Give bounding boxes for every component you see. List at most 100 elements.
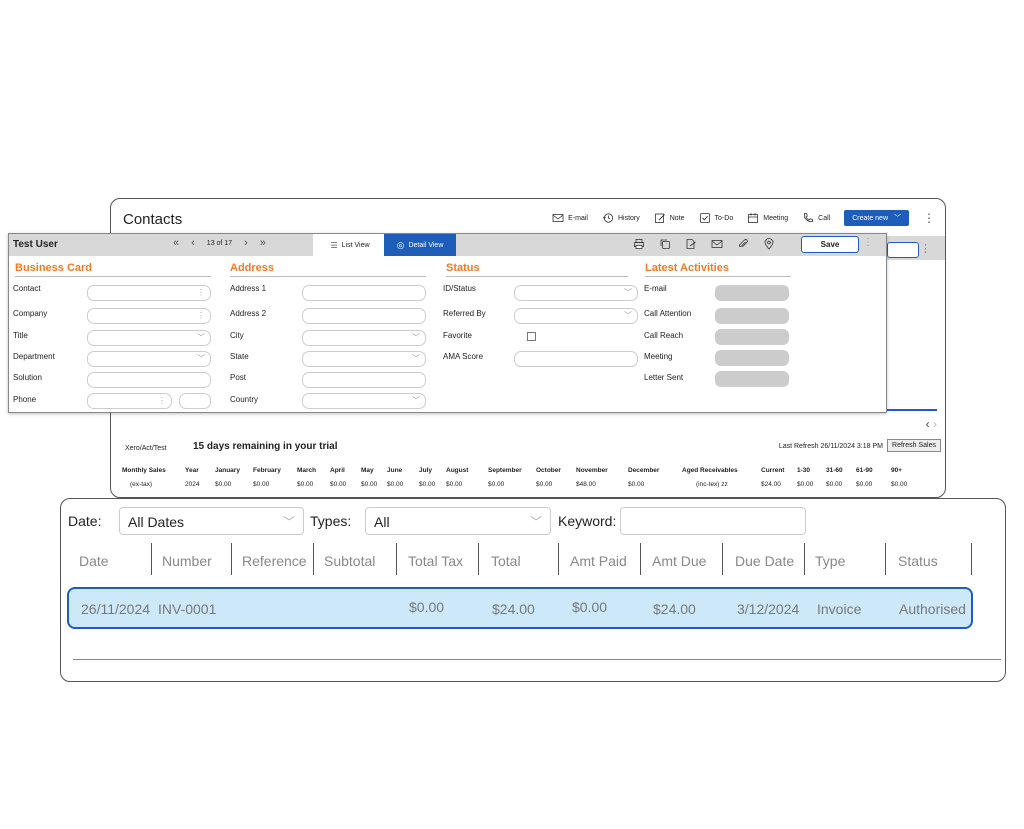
title-select[interactable]: ﹀ <box>87 330 211 346</box>
note-button[interactable]: Note <box>654 212 685 224</box>
prev-record-icon[interactable]: ‹ <box>191 237 195 249</box>
post-field[interactable] <box>302 372 426 388</box>
call-attention-label: Call Attention <box>644 309 692 318</box>
field-menu-icon[interactable]: ⋮ <box>197 311 205 320</box>
state-select[interactable]: ﹀ <box>302 351 426 367</box>
column-header[interactable]: Due Date <box>735 553 794 569</box>
scroll-arrows[interactable]: ‹ › <box>926 417 937 431</box>
call-button[interactable]: Call <box>802 212 830 224</box>
sales-header-cell: December <box>628 467 660 474</box>
sales-header-cell: 61-90 <box>856 467 873 474</box>
chevron-left-icon[interactable]: ‹ <box>926 417 930 431</box>
country-select[interactable]: ﹀ <box>302 393 426 409</box>
first-record-icon[interactable]: « <box>173 237 179 249</box>
invoice-table-header: Date Number Reference Subtotal Total Tax Tota… <box>61 543 1005 577</box>
department-select[interactable]: ﹀ <box>87 351 211 367</box>
column-divider[interactable] <box>558 543 559 575</box>
chevron-down-icon: ﹀ <box>412 396 420 405</box>
column-divider[interactable] <box>804 543 805 575</box>
location-pin-icon[interactable] <box>763 238 775 250</box>
column-header[interactable]: Status <box>898 553 938 569</box>
city-select[interactable]: ﹀ <box>302 330 426 346</box>
strip-more-icon[interactable]: ⋮ <box>920 242 931 255</box>
column-divider[interactable] <box>885 543 886 575</box>
copy-icon[interactable] <box>659 238 671 250</box>
edit-document-icon[interactable] <box>685 238 697 250</box>
types-filter-select[interactable]: All ﹀ <box>365 507 551 535</box>
chevron-down-icon: ﹀ <box>412 333 420 342</box>
column-header[interactable]: Type <box>815 553 845 569</box>
column-divider[interactable] <box>640 543 641 575</box>
record-count: 13 of 17 <box>206 239 233 247</box>
date-filter-select[interactable]: All Dates ﹀ <box>119 507 304 535</box>
column-header[interactable]: Date <box>79 553 109 569</box>
column-header[interactable]: Total Tax <box>408 553 463 569</box>
column-header[interactable]: Subtotal <box>324 553 375 569</box>
address2-field[interactable] <box>302 308 426 324</box>
field-menu-icon[interactable]: ⋮ <box>197 288 205 297</box>
tab-detail-view[interactable]: ◎ Detail View <box>384 234 456 256</box>
column-divider[interactable] <box>396 543 397 575</box>
contact-field[interactable]: ⋮ <box>87 285 211 301</box>
contacts-search-input[interactable] <box>887 242 919 258</box>
ama-score-label: AMA Score <box>443 352 484 361</box>
ama-score-field[interactable] <box>514 351 638 367</box>
envelope-icon[interactable] <box>711 238 723 250</box>
row-total-tax: $0.00 <box>409 599 445 615</box>
column-divider[interactable] <box>231 543 232 575</box>
keyword-filter-label: Keyword: <box>558 513 617 529</box>
solution-field[interactable] <box>87 372 211 388</box>
next-record-icon[interactable]: › <box>244 237 248 249</box>
column-divider[interactable] <box>313 543 314 575</box>
column-divider[interactable] <box>478 543 479 575</box>
save-button[interactable]: Save <box>801 236 859 253</box>
column-header[interactable]: Amt Due <box>652 553 706 569</box>
column-header[interactable]: Amt Paid <box>570 553 627 569</box>
history-button[interactable]: History <box>602 212 640 224</box>
chevron-right-icon[interactable]: › <box>933 417 937 431</box>
sales-value-cell: $0.00 <box>419 481 436 488</box>
sales-value-cell: $0.00 <box>330 481 347 488</box>
column-header[interactable]: Number <box>162 553 212 569</box>
address1-field[interactable] <box>302 285 426 301</box>
last-record-icon[interactable]: » <box>260 237 266 249</box>
column-divider[interactable] <box>722 543 723 575</box>
meeting-button[interactable]: Meeting <box>747 212 788 224</box>
account-label: Xero/Act/Test <box>125 445 167 452</box>
sales-value-cell: $0.00 <box>797 481 814 488</box>
paperclip-icon[interactable] <box>737 238 749 250</box>
column-header[interactable]: Total <box>491 553 521 569</box>
detail-view-label: Detail View <box>408 241 444 249</box>
column-divider[interactable] <box>151 543 152 575</box>
favorite-checkbox[interactable] <box>527 332 536 341</box>
sales-header-cell: August <box>446 467 469 474</box>
address-title: Address <box>230 262 426 277</box>
chevron-down-icon: ﹀ <box>282 515 295 529</box>
sales-header-cell: March <box>297 467 317 474</box>
referred-by-select[interactable]: ﹀ <box>514 308 638 324</box>
field-menu-icon[interactable]: ⋮ <box>158 396 166 405</box>
phone-ext-field[interactable] <box>179 393 211 409</box>
row-amt-due: $24.00 <box>653 601 696 617</box>
column-header[interactable]: Reference <box>242 553 307 569</box>
column-divider[interactable] <box>971 543 972 575</box>
sales-header-cell: Aged Receivables <box>682 467 738 474</box>
todo-button[interactable]: To-Do <box>699 212 734 224</box>
activity-meeting-value <box>715 350 789 366</box>
detail-more-icon[interactable]: ⋮ <box>863 237 873 248</box>
sales-value-cell: $0.00 <box>856 481 873 488</box>
todo-label: To-Do <box>714 214 734 222</box>
keyword-input[interactable] <box>620 507 806 535</box>
more-options-icon[interactable]: ⋮ <box>923 211 935 225</box>
sales-value-cell: $0.00 <box>215 481 232 488</box>
refresh-sales-button[interactable]: Refresh Sales <box>887 439 941 452</box>
id-status-select[interactable]: ﹀ <box>514 285 638 301</box>
sales-value-cell: $48.00 <box>576 481 596 488</box>
company-field[interactable]: ⋮ <box>87 308 211 324</box>
email-button[interactable]: E-mail <box>552 212 588 224</box>
invoice-row[interactable]: 26/11/2024 INV-0001 $0.00 $24.00 $0.00 $… <box>67 587 973 629</box>
phone-field[interactable]: ⋮ <box>87 393 172 409</box>
create-new-button[interactable]: Create new ﹀ <box>844 210 909 226</box>
print-icon[interactable] <box>633 238 645 250</box>
tab-list-view[interactable]: ☰ List View <box>313 234 387 256</box>
